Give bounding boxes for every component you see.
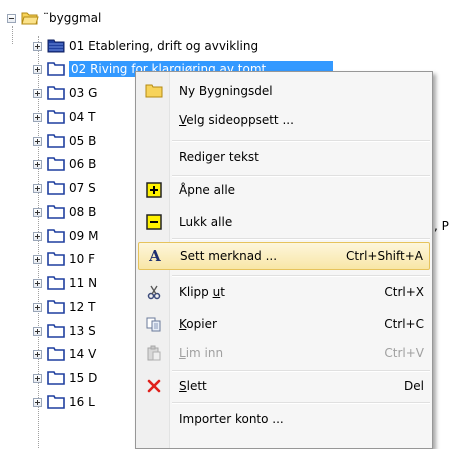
folder-icon (47, 300, 65, 314)
expand-icon[interactable] (33, 183, 42, 193)
tree-item[interactable]: 05 B (33, 130, 96, 152)
folder-icon (47, 324, 65, 338)
tree-item[interactable]: 09 M (33, 225, 98, 247)
menu-item-delete[interactable]: Slett Del (138, 372, 430, 400)
menu-separator (172, 140, 430, 142)
folder-icon (47, 395, 65, 409)
expand-icon[interactable] (33, 136, 42, 146)
expand-icon[interactable] (33, 397, 42, 407)
menu-item-edit-text[interactable]: Rediger tekst (138, 143, 430, 171)
collapse-all-icon (144, 212, 164, 232)
menu-separator (172, 402, 430, 404)
tree-item-label: 07 S (69, 181, 96, 195)
tree-item[interactable]: 15 D (33, 367, 97, 389)
expand-icon[interactable] (33, 326, 42, 336)
tree-item-label: 10 F (69, 252, 95, 266)
paste-icon (144, 343, 164, 363)
folder-icon (47, 181, 65, 195)
tree-item[interactable]: 04 T (33, 106, 95, 128)
tree-item[interactable]: 07 S (33, 177, 96, 199)
menu-item-expand-all[interactable]: Åpne alle (138, 176, 430, 204)
folder-icon (47, 371, 65, 385)
folder-icon (47, 157, 65, 171)
folder-icon (47, 252, 65, 266)
menu-item-set-annotation[interactable]: A Sett merknad ... Ctrl+Shift+A (138, 242, 430, 270)
tree-item-label: 12 T (69, 300, 96, 314)
tree-item[interactable]: 14 V (33, 343, 96, 365)
folder-icon (47, 110, 65, 124)
tree-root[interactable]: ¨byggmal (7, 7, 101, 29)
tree-item-label: 06 B (69, 157, 97, 171)
tree-item[interactable]: 12 T (33, 296, 95, 318)
tree-item[interactable]: 10 F (33, 248, 95, 270)
tree-item-label: 15 D (69, 371, 98, 385)
tree-item[interactable]: 13 S (33, 320, 96, 342)
folder-icon (47, 134, 65, 148)
tree-item-label: 13 S (69, 324, 96, 338)
collapse-icon[interactable] (7, 13, 16, 23)
tree-item-label: 04 T (69, 110, 96, 124)
menu-separator (172, 275, 430, 277)
tree-item[interactable]: 16 L (33, 391, 95, 413)
folder-icon (144, 81, 164, 101)
tree-item[interactable]: 03 G (33, 82, 97, 104)
menu-item-import-account[interactable]: Importer konto ... (138, 405, 430, 433)
tree-item-label: 05 B (69, 134, 97, 148)
expand-icon[interactable] (33, 278, 42, 288)
expand-icon[interactable] (33, 373, 42, 383)
filled-folder-icon (47, 39, 65, 53)
annotation-icon: A (149, 247, 161, 265)
tree-item-label: 16 L (69, 395, 95, 409)
tree-item[interactable]: 01 Etablering, drift og avvikling (33, 35, 258, 57)
expand-icon[interactable] (33, 88, 42, 98)
folder-icon (47, 205, 65, 219)
tree-item-label: 01 Etablering, drift og avvikling (69, 39, 259, 53)
expand-icon[interactable] (33, 207, 42, 217)
menu-item-paste[interactable]: Lim inn Ctrl+V (138, 339, 430, 367)
tree-item-label: 03 G (69, 86, 98, 100)
menu-item-collapse-all[interactable]: Lukk alle (138, 208, 430, 236)
menu-item-copy[interactable]: Kopier Ctrl+C (138, 310, 430, 338)
context-menu: Ny Bygningsdel Velg sideoppsett ... Redi… (135, 71, 433, 449)
menu-separator (172, 238, 430, 240)
expand-all-icon (144, 180, 164, 200)
expand-icon[interactable] (33, 231, 42, 241)
open-folder-icon (21, 12, 39, 25)
expand-icon[interactable] (33, 159, 42, 169)
tree-item[interactable]: 08 B (33, 201, 96, 223)
menu-item-new-building-part[interactable]: Ny Bygningsdel (138, 77, 430, 105)
expand-icon[interactable] (33, 64, 42, 74)
scissors-icon (144, 282, 164, 302)
tree-item-label: 09 M (69, 229, 99, 243)
folder-icon (47, 62, 65, 76)
menu-item-cut[interactable]: Klipp ut Ctrl+X (138, 278, 430, 306)
delete-icon (144, 376, 164, 396)
partially-hidden-text: , P (434, 219, 449, 233)
expand-icon[interactable] (33, 254, 42, 264)
folder-icon (47, 86, 65, 100)
tree-item[interactable]: 06 B (33, 153, 96, 175)
expand-icon[interactable] (33, 302, 42, 312)
folder-icon (47, 229, 65, 243)
expand-icon[interactable] (33, 349, 42, 359)
folder-icon (47, 347, 65, 361)
expand-icon[interactable] (33, 112, 42, 122)
tree-item-label: 08 B (69, 205, 97, 219)
folder-icon (47, 276, 65, 290)
expand-icon[interactable] (33, 41, 42, 51)
copy-icon (144, 314, 164, 334)
tree-root-label: ¨byggmal (43, 11, 102, 25)
tree-item-label: 14 V (69, 347, 97, 361)
tree-item[interactable]: 11 N (33, 272, 97, 294)
menu-item-page-setup[interactable]: Velg sideoppsett ... (138, 106, 430, 134)
tree-item-label: 11 N (69, 276, 98, 290)
